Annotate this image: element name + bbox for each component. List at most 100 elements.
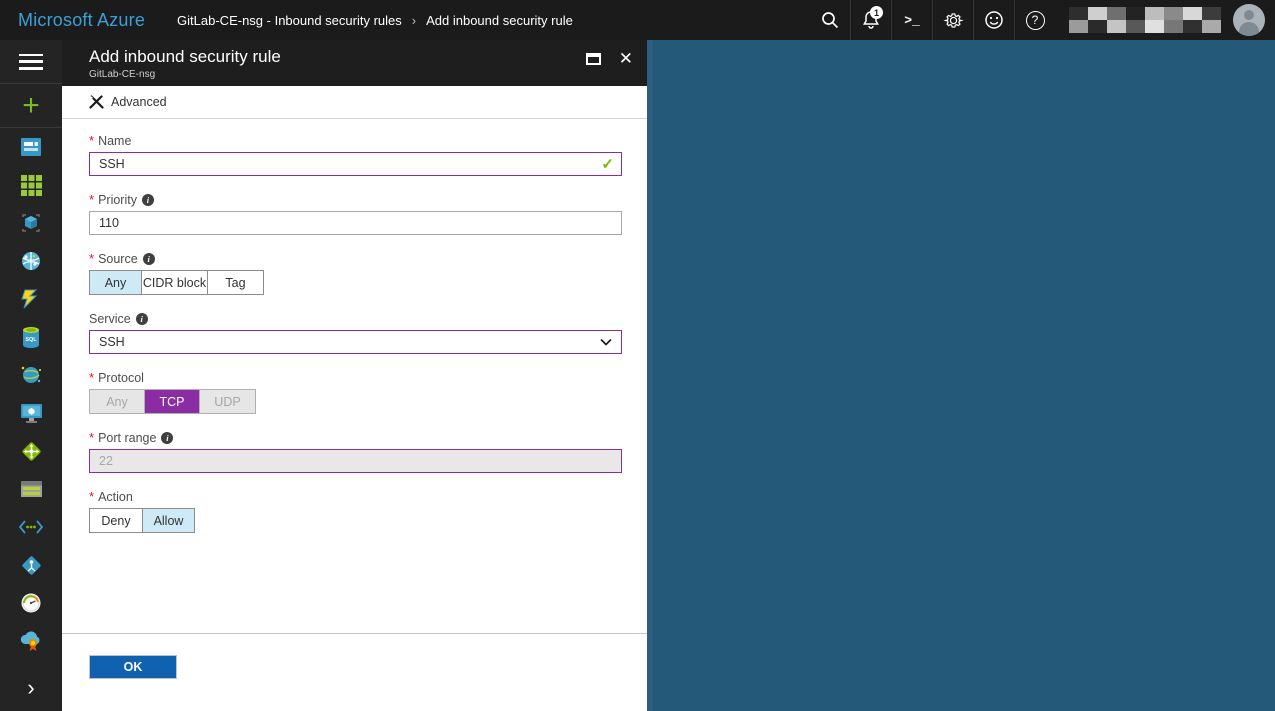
- source-option-any[interactable]: Any: [90, 271, 141, 294]
- action-toggle: Deny Allow: [89, 508, 195, 533]
- source-option-tag[interactable]: Tag: [207, 271, 263, 294]
- required-asterisk: *: [89, 430, 94, 445]
- chevron-down-icon: [600, 338, 612, 346]
- azure-portal: Microsoft Azure GitLab-CE-nsg - Inbound …: [0, 0, 1275, 711]
- all-resources-icon: [21, 175, 42, 196]
- name-label: * Name: [89, 133, 620, 148]
- blade-footer: OK: [62, 633, 647, 711]
- maximize-icon[interactable]: [586, 53, 601, 65]
- dashboard-icon: [20, 136, 42, 158]
- help-icon: ?: [1026, 11, 1045, 30]
- background-blade-area: [647, 40, 1275, 711]
- background-blade-edge: [647, 40, 653, 711]
- sidebar: + SQL: [0, 40, 62, 711]
- sidebar-item-all-resources[interactable]: [0, 166, 62, 204]
- cloud-shell-button[interactable]: >_: [891, 0, 932, 40]
- settings-button[interactable]: [932, 0, 973, 40]
- source-option-cidr-block[interactable]: CIDR block: [141, 271, 207, 294]
- sidebar-item-cosmos-db[interactable]: [0, 356, 62, 394]
- tools-icon: [89, 95, 104, 110]
- required-asterisk: *: [89, 489, 94, 504]
- action-field: * Action Deny Allow: [89, 489, 620, 533]
- avatar[interactable]: [1233, 4, 1265, 36]
- service-field: Service i SSH: [89, 311, 620, 354]
- protocol-option-udp: UDP: [199, 390, 255, 413]
- source-label: * Source i: [89, 251, 620, 266]
- info-icon[interactable]: i: [142, 194, 154, 206]
- menu-icon: [19, 54, 43, 70]
- top-bar: Microsoft Azure GitLab-CE-nsg - Inbound …: [0, 0, 1275, 40]
- breadcrumb-level1[interactable]: GitLab-CE-nsg - Inbound security rules: [177, 13, 402, 28]
- advanced-button[interactable]: Advanced: [89, 95, 167, 110]
- sidebar-item-new[interactable]: +: [0, 84, 62, 128]
- protocol-toggle: Any TCP UDP: [89, 389, 256, 414]
- port-range-field: * Port range i 22: [89, 430, 620, 473]
- breadcrumb: GitLab-CE-nsg - Inbound security rules ›…: [177, 13, 573, 28]
- action-label: * Action: [89, 489, 620, 504]
- sidebar-item-sql-databases[interactable]: SQL: [0, 318, 62, 356]
- search-button[interactable]: [809, 0, 850, 40]
- sidebar-item-virtual-networks[interactable]: [0, 508, 62, 546]
- blade-header: Add inbound security rule GitLab-CE-nsg …: [62, 40, 647, 86]
- sidebar-item-advisor[interactable]: [0, 622, 62, 660]
- sidebar-item-storage-accounts[interactable]: [0, 470, 62, 508]
- blade-toolbar: Advanced: [62, 86, 647, 119]
- source-toggle: Any CIDR block Tag: [89, 270, 264, 295]
- add-inbound-rule-blade: Add inbound security rule GitLab-CE-nsg …: [62, 40, 647, 711]
- sidebar-item-function-apps[interactable]: [0, 280, 62, 318]
- user-identity-redacted[interactable]: [1069, 7, 1221, 33]
- azure-logo[interactable]: Microsoft Azure: [0, 10, 163, 31]
- notifications-button[interactable]: 1: [850, 0, 891, 40]
- help-button[interactable]: ?: [1014, 0, 1055, 40]
- breadcrumb-level2[interactable]: Add inbound security rule: [426, 13, 573, 28]
- advisor-icon: [19, 630, 43, 652]
- sidebar-item-load-balancers[interactable]: [0, 432, 62, 470]
- priority-field: * Priority i 110: [89, 192, 620, 235]
- feedback-button[interactable]: [973, 0, 1014, 40]
- name-value: SSH: [99, 157, 125, 171]
- service-value: SSH: [99, 335, 125, 349]
- azure-ad-icon: [20, 554, 43, 577]
- action-option-deny[interactable]: Deny: [90, 509, 142, 532]
- sidebar-item-dashboard[interactable]: [0, 128, 62, 166]
- ok-button[interactable]: OK: [89, 655, 177, 679]
- sidebar-item-virtual-machines[interactable]: [0, 394, 62, 432]
- protocol-field: * Protocol Any TCP UDP: [89, 370, 620, 414]
- page-subtitle: GitLab-CE-nsg: [89, 69, 586, 80]
- close-icon[interactable]: ✕: [619, 52, 633, 66]
- collapse-chevron-icon: ›: [27, 678, 34, 698]
- sidebar-item-monitor[interactable]: [0, 584, 62, 622]
- service-select[interactable]: SSH: [89, 330, 622, 354]
- sidebar-item-menu[interactable]: [0, 40, 62, 84]
- sidebar-item-resource-groups[interactable]: [0, 204, 62, 242]
- sidebar-item-app-services[interactable]: [0, 242, 62, 280]
- virtual-networks-icon: [18, 519, 44, 535]
- search-icon: [820, 10, 840, 30]
- protocol-label: * Protocol: [89, 370, 620, 385]
- info-icon[interactable]: i: [143, 253, 155, 265]
- cosmos-db-icon: [20, 364, 43, 386]
- cloud-shell-icon: >_: [904, 13, 920, 28]
- blade-form: * Name SSH ✓ * Priority i 110: [62, 119, 647, 533]
- topbar-actions: 1 >_ ?: [809, 0, 1275, 40]
- valid-check-icon: ✓: [601, 155, 614, 173]
- action-option-allow[interactable]: Allow: [142, 509, 194, 532]
- port-range-value: 22: [99, 454, 113, 468]
- priority-input[interactable]: 110: [89, 211, 622, 235]
- sidebar-item-azure-ad[interactable]: [0, 546, 62, 584]
- app-services-icon: [20, 250, 42, 272]
- virtual-machines-icon: [20, 403, 43, 424]
- name-input[interactable]: SSH ✓: [89, 152, 622, 176]
- monitor-icon: [20, 592, 42, 614]
- page-title: Add inbound security rule: [89, 46, 586, 68]
- protocol-option-tcp[interactable]: TCP: [144, 390, 199, 413]
- storage-accounts-icon: [20, 479, 43, 499]
- info-icon[interactable]: i: [161, 432, 173, 444]
- svg-text:SQL: SQL: [25, 337, 37, 343]
- sidebar-item-collapse[interactable]: ›: [0, 669, 62, 707]
- priority-value: 110: [99, 216, 119, 230]
- info-icon[interactable]: i: [136, 313, 148, 325]
- required-asterisk: *: [89, 370, 94, 385]
- advanced-label: Advanced: [111, 95, 167, 109]
- smiley-icon: [984, 10, 1004, 30]
